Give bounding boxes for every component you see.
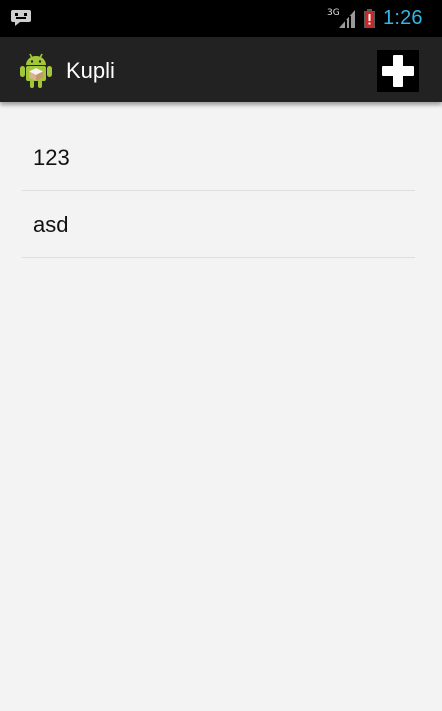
list-item[interactable]: asd — [22, 191, 415, 258]
network-type-label: 3G — [327, 8, 340, 18]
app-title: Kupli — [66, 58, 115, 83]
add-button[interactable] — [377, 50, 419, 92]
list-item[interactable]: 123 — [22, 124, 415, 191]
list-item-label: 123 — [33, 145, 70, 170]
plus-icon — [382, 55, 414, 87]
list-item-label: asd — [33, 212, 69, 237]
list-container: 123 asd — [0, 102, 442, 711]
messaging-icon — [10, 9, 32, 27]
action-bar: Kupli — [0, 37, 442, 102]
status-bar: 3G 1:26 — [0, 0, 442, 37]
cell-signal-icon — [339, 10, 355, 28]
battery-low-icon — [364, 9, 375, 28]
android-icon[interactable] — [20, 51, 52, 89]
status-clock: 1:26 — [383, 7, 423, 29]
